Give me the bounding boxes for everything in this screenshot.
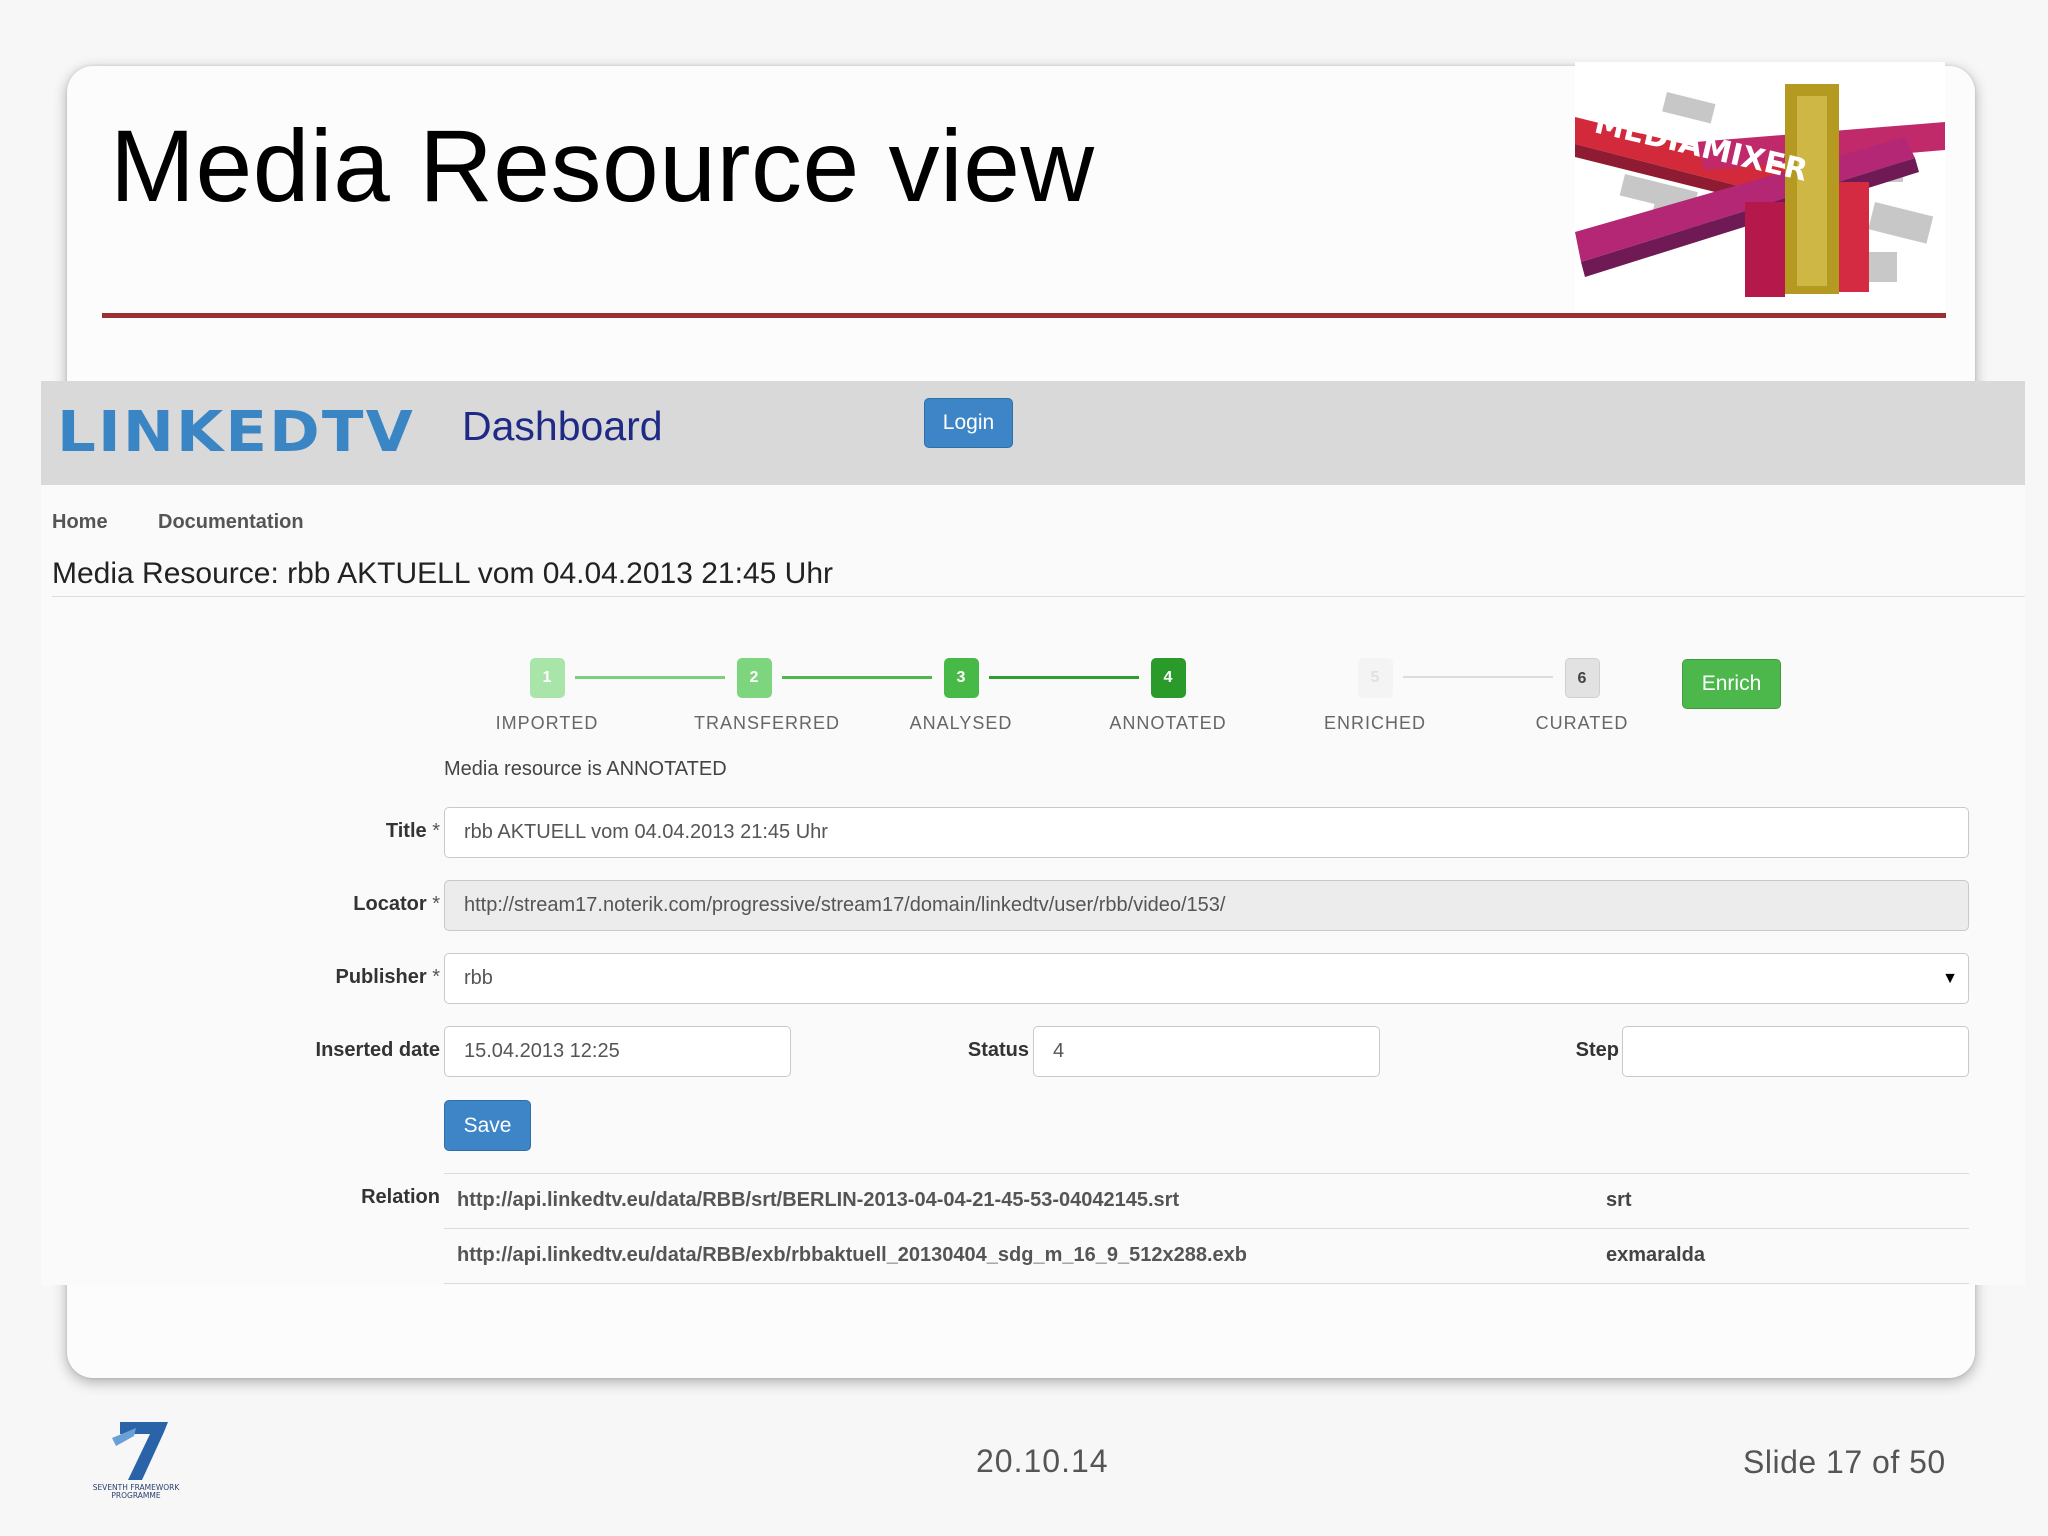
workflow-step-analysed[interactable]: 3 ANALYSED [901,658,1021,734]
step-number-badge: 2 [736,658,772,698]
step-label: TRANSFERRED [694,713,841,733]
step-label: ANNOTATED [1109,713,1227,733]
relation-type: exmaralda [1606,1244,1705,1266]
status-message: Media resource is ANNOTATED [444,758,727,780]
step-number-badge: 1 [529,658,565,698]
relation-divider [444,1173,1969,1174]
save-button[interactable]: Save [444,1100,531,1151]
slide: Media Resource view MEDIAMIXER LINKEDTV … [0,0,2048,1536]
fp7-logo: SEVENTH FRAMEWORK PROGRAMME [93,1422,180,1500]
dropdown-caret-icon: ▼ [1942,970,1958,987]
status-label: Status [967,1039,1029,1061]
inserted-date-field[interactable]: 15.04.2013 12:25 [444,1026,791,1077]
workflow-step-imported[interactable]: 1 IMPORTED [487,658,607,734]
svg-text:PROGRAMME: PROGRAMME [111,1491,160,1500]
enrich-button[interactable]: Enrich [1682,659,1781,709]
workflow-step-transferred[interactable]: 2 TRANSFERRED [694,658,841,734]
login-button[interactable]: Login [924,398,1013,448]
relation-link[interactable]: http://api.linkedtv.eu/data/RBB/exb/rbba… [457,1244,1247,1267]
publisher-select[interactable]: rbb ▼ [444,953,1969,1004]
title-field[interactable]: rbb AKTUELL vom 04.04.2013 21:45 Uhr [444,807,1969,858]
step-number-badge: 3 [943,658,979,698]
required-marker: * [432,966,440,988]
workflow-step-enriched[interactable]: 5 ENRICHED [1315,658,1435,734]
svg-text:LINKEDTV: LINKEDTV [57,400,415,461]
navbar: LINKEDTV Dashboard Login [41,381,2025,485]
heading-divider [52,596,2025,597]
step-number-badge: 6 [1564,658,1600,698]
title-divider [102,313,1946,318]
step-field[interactable] [1622,1026,1969,1077]
relation-divider [444,1228,1969,1229]
nav-link-documentation[interactable]: Documentation [158,511,304,534]
workflow-step-annotated[interactable]: 4 ANNOTATED [1108,658,1228,734]
relation-type: srt [1606,1189,1632,1211]
relation-link[interactable]: http://api.linkedtv.eu/data/RBB/srt/BERL… [457,1189,1179,1212]
relation-label: Relation [361,1186,440,1208]
title-label: Title * [385,820,440,842]
step-label: CURATED [1535,713,1629,733]
step-label: ANALYSED [909,713,1013,733]
step-label: IMPORTED [495,713,599,733]
mediamixer-logo: MEDIAMIXER [1575,62,1945,312]
dashboard-brand-title[interactable]: Dashboard [462,403,663,450]
status-field[interactable]: 4 [1033,1026,1380,1077]
linkedtv-logo[interactable]: LINKEDTV [57,399,417,461]
step-label: Step [1575,1039,1619,1061]
slide-title: Media Resource view [110,109,1095,223]
footer-date: 20.10.14 [976,1443,1109,1479]
publisher-selected-value: rbb [464,967,493,989]
relation-divider [444,1283,1969,1284]
slide-counter: Slide 17 of 50 [1743,1444,1946,1480]
nav-link-home[interactable]: Home [52,511,108,534]
page-heading: Media Resource: rbb AKTUELL vom 04.04.20… [52,557,833,590]
step-number-badge: 5 [1357,658,1393,698]
step-label: ENRICHED [1323,713,1426,733]
required-marker: * [432,820,440,842]
step-number-badge: 4 [1150,658,1186,698]
inserted-date-label: Inserted date [315,1039,440,1061]
locator-field[interactable]: http://stream17.noterik.com/progressive/… [444,880,1969,931]
workflow-step-curated[interactable]: 6 CURATED [1522,658,1642,734]
required-marker: * [432,893,440,915]
locator-label: Locator * [353,893,440,915]
publisher-label: Publisher * [335,966,441,988]
dashboard-screenshot: LINKEDTV Dashboard Login Home Documentat… [41,381,2025,1285]
